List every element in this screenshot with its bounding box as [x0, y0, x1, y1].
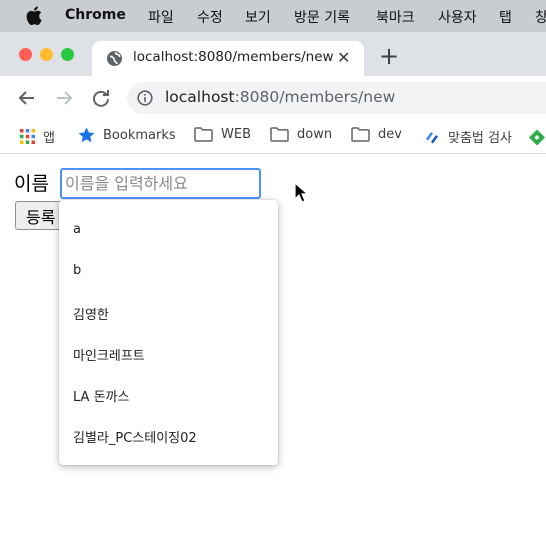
spellcheck-logo-icon: [426, 131, 438, 143]
menu-item-edit[interactable]: 수정: [197, 7, 223, 27]
macos-menubar: Chrome 파일 수정 보기 방문 기록 북마크 사용자 탭 창: [0, 0, 546, 32]
bookmark-label: 맞춤법 검사: [448, 131, 512, 146]
window-zoom-button[interactable]: [61, 48, 74, 61]
folder-icon: [194, 127, 213, 142]
bookmarks-bar: 앱 Bookmarks WEB down dev 맞춤법 검사: [0, 120, 546, 154]
back-arrow-icon[interactable]: [17, 88, 37, 108]
screen: Chrome 파일 수정 보기 방문 기록 북마크 사용자 탭 창 localh…: [0, 0, 546, 560]
globe-icon: [107, 51, 122, 66]
apps-grid-icon: [20, 129, 35, 144]
tab-close-icon[interactable]: ✕: [337, 48, 350, 67]
bookmark-apps-label: 앱: [43, 131, 55, 146]
forward-arrow-icon[interactable]: [54, 88, 74, 108]
menu-item-profiles[interactable]: 사용자: [438, 7, 477, 27]
window-minimize-button[interactable]: [40, 48, 53, 61]
menu-item-file[interactable]: 파일: [148, 7, 174, 27]
menu-item-window[interactable]: 창: [535, 7, 546, 27]
bookmark-folder-web[interactable]: WEB: [194, 127, 251, 142]
new-tab-button[interactable]: +: [379, 44, 399, 68]
apple-logo-icon[interactable]: [26, 6, 42, 25]
url-path: :8080/members/new: [234, 88, 396, 106]
bookmark-label: down: [297, 127, 333, 142]
bookmark-folder-dev[interactable]: dev: [351, 127, 402, 142]
tab-title: localhost:8080/members/new: [133, 49, 334, 65]
menu-item-tab[interactable]: 탭: [499, 7, 512, 27]
autocomplete-dropdown: a b 김영한 마인크레프트 LA 돈까스 김별라_PC스테이징02: [59, 200, 278, 465]
bookmark-bookmarks[interactable]: Bookmarks: [78, 127, 176, 143]
bookmark-spellcheck[interactable]: 맞춤법 검사: [424, 127, 512, 146]
mouse-pointer-icon: [294, 182, 308, 203]
folder-icon: [270, 127, 289, 142]
address-bar[interactable]: localhost:8080/members/new: [127, 82, 546, 114]
autocomplete-item[interactable]: 김별라_PC스테이징02: [73, 427, 197, 446]
name-label: 이름: [14, 173, 49, 195]
bookmark-label: dev: [378, 127, 402, 142]
green-extension-icon[interactable]: [528, 129, 546, 146]
reload-icon[interactable]: [91, 88, 111, 108]
autocomplete-item[interactable]: 마인크레프트: [73, 345, 145, 364]
tab-active[interactable]: localhost:8080/members/new ✕: [92, 41, 364, 76]
menu-app-name[interactable]: Chrome: [65, 7, 126, 23]
page-content: 이름 등록 a b 김영한 마인크레프트 LA 돈까스 김별라_PC스테이징02: [0, 155, 546, 560]
bookmark-label: Bookmarks: [103, 127, 176, 143]
info-icon[interactable]: [137, 90, 153, 106]
tab-strip: localhost:8080/members/new ✕ +: [0, 32, 546, 76]
bookmark-apps[interactable]: 앱: [20, 127, 55, 146]
menu-item-history[interactable]: 방문 기록: [294, 7, 350, 27]
name-input[interactable]: [60, 168, 261, 199]
star-icon: [78, 127, 95, 143]
folder-icon: [351, 127, 370, 142]
bookmark-label: WEB: [221, 127, 251, 142]
url-host: localhost: [165, 88, 235, 106]
autocomplete-item[interactable]: LA 돈까스: [73, 386, 129, 405]
autocomplete-item[interactable]: b: [73, 263, 81, 278]
window-close-button[interactable]: [19, 48, 32, 61]
bookmark-folder-down[interactable]: down: [270, 127, 332, 142]
url-text: localhost:8080/members/new: [165, 88, 395, 106]
browser-toolbar: localhost:8080/members/new: [0, 76, 546, 120]
menu-item-bookmarks[interactable]: 북마크: [376, 7, 415, 27]
autocomplete-item[interactable]: 김영한: [73, 304, 109, 323]
menu-item-view[interactable]: 보기: [245, 7, 271, 27]
autocomplete-item[interactable]: a: [73, 222, 81, 237]
